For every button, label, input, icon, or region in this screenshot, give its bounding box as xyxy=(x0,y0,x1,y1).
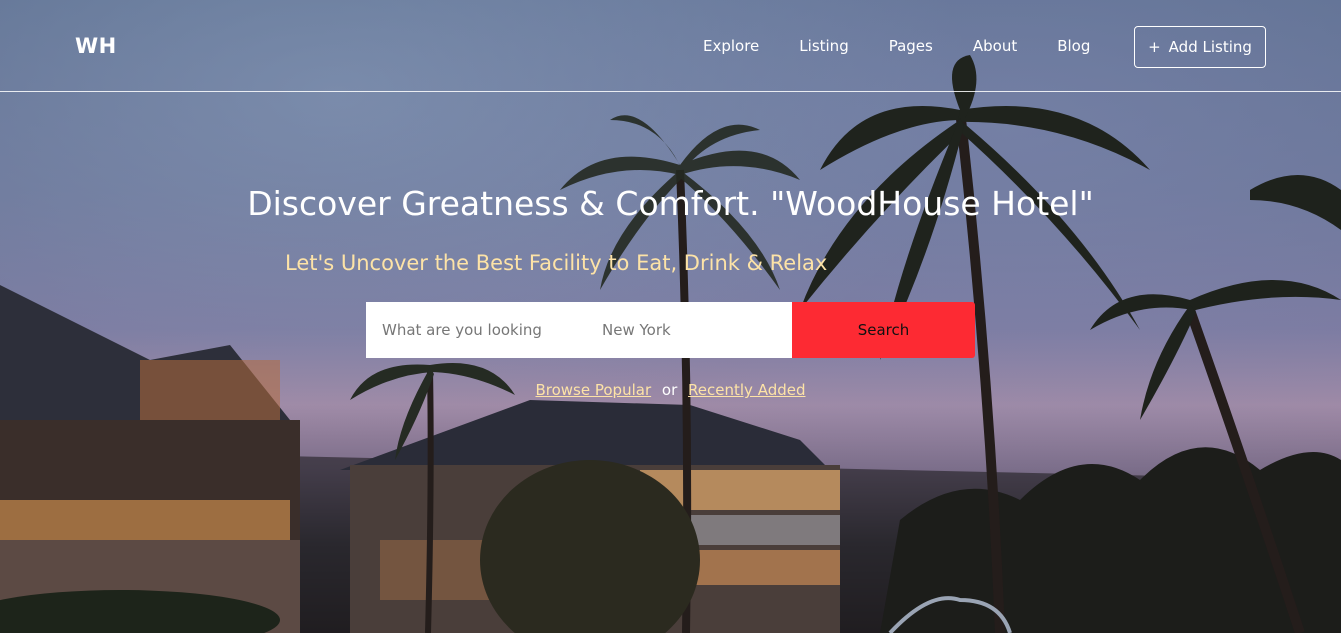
browse-popular-link[interactable]: Browse Popular xyxy=(535,381,651,399)
search-fields xyxy=(366,302,792,358)
main-nav: Explore Listing Pages About Blog xyxy=(683,37,1110,55)
add-listing-label: Add Listing xyxy=(1168,38,1252,56)
site-logo[interactable]: WH xyxy=(75,34,117,58)
nav-about[interactable]: About xyxy=(973,37,1017,55)
center-building-floor2 xyxy=(690,515,840,545)
search-button[interactable]: Search xyxy=(792,302,975,358)
plus-icon: + xyxy=(1148,38,1161,56)
quick-links: Browse Popular or Recently Added xyxy=(0,381,1341,399)
recently-added-link[interactable]: Recently Added xyxy=(688,381,805,399)
center-building-floor3 xyxy=(690,550,840,585)
keyword-input[interactable] xyxy=(382,302,586,358)
nav-listing[interactable]: Listing xyxy=(799,37,848,55)
nav-pages[interactable]: Pages xyxy=(889,37,933,55)
search-form: Search xyxy=(366,302,975,358)
palm-trunk-4 xyxy=(425,369,434,633)
location-input[interactable] xyxy=(602,302,792,358)
add-listing-button[interactable]: + Add Listing xyxy=(1134,26,1266,68)
site-header: WH Explore Listing Pages About Blog + Ad… xyxy=(0,0,1341,92)
hero-title: Discover Greatness & Comfort. "WoodHouse… xyxy=(247,184,1094,223)
hero-subtitle: Let's Uncover the Best Facility to Eat, … xyxy=(285,251,828,275)
links-separator: or xyxy=(661,381,678,399)
nav-blog[interactable]: Blog xyxy=(1057,37,1090,55)
hero-section: WH Explore Listing Pages About Blog + Ad… xyxy=(0,0,1341,633)
left-building-lights xyxy=(0,500,290,540)
nav-explore[interactable]: Explore xyxy=(703,37,759,55)
